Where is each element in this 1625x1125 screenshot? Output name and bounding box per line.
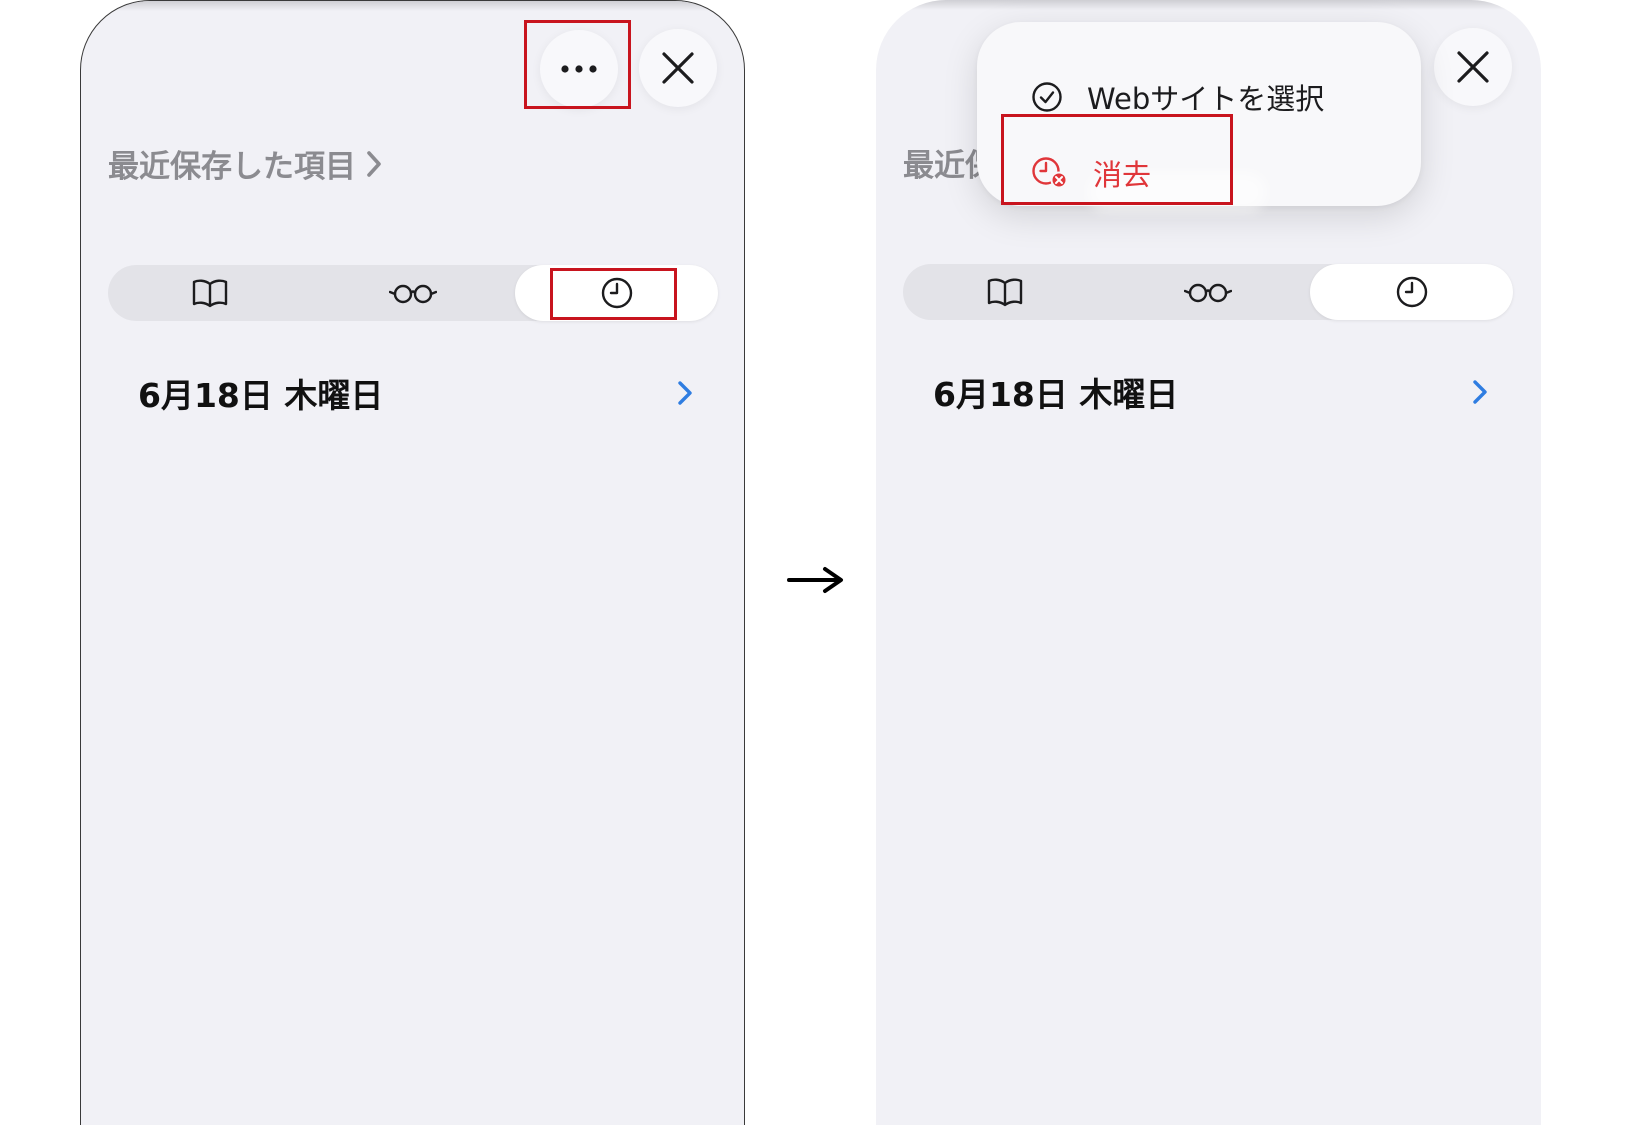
close-button[interactable] <box>1434 28 1512 106</box>
tab-reading-list[interactable] <box>311 265 514 321</box>
ellipsis-icon <box>561 65 597 73</box>
history-date-row[interactable]: 6月18日 木曜日 <box>108 363 693 423</box>
recently-saved-title: 最近保存した項目 <box>108 149 356 185</box>
close-button[interactable] <box>639 29 717 107</box>
select-websites-menu-item[interactable]: Webサイトを選択 <box>1031 76 1324 118</box>
chevron-right-icon <box>678 381 692 405</box>
clock-xmark-icon <box>1032 157 1068 189</box>
tab-history[interactable] <box>1310 264 1513 320</box>
select-websites-label: Webサイトを選択 <box>1087 82 1325 116</box>
tab-reading-list[interactable] <box>1106 264 1309 320</box>
tab-bookmarks[interactable] <box>903 264 1106 320</box>
clear-label: 消去 <box>1093 158 1152 192</box>
open-book-icon <box>192 279 227 308</box>
chevron-right-icon <box>367 150 381 177</box>
date-label: 6月18日 木曜日 <box>933 375 1179 414</box>
library-segmented-control <box>903 264 1513 320</box>
checkmark-circle-icon <box>1032 82 1062 112</box>
history-sheet-after: 最近保 6月18日 木曜日 Webサイトを選択 消去 <box>876 0 1541 1125</box>
more-options-menu: Webサイトを選択 消去 <box>977 22 1421 212</box>
xmark-icon <box>662 52 694 84</box>
history-sheet-before: 最近保存した項目 6月18日 木曜日 <box>80 0 745 1125</box>
xmark-icon <box>1457 51 1489 83</box>
clock-icon <box>1396 276 1427 308</box>
chevron-right-icon <box>1473 380 1487 404</box>
library-segmented-control <box>108 265 718 321</box>
clock-icon <box>601 277 632 309</box>
eyeglasses-icon <box>1183 283 1232 303</box>
date-label: 6月18日 木曜日 <box>138 376 384 415</box>
open-book-icon <box>987 278 1022 307</box>
more-button[interactable] <box>540 30 618 108</box>
transition-arrow <box>787 565 845 599</box>
tab-history[interactable] <box>515 265 718 321</box>
tab-bookmarks[interactable] <box>108 265 311 321</box>
clear-menu-item[interactable]: 消去 <box>1031 152 1151 194</box>
eyeglasses-icon <box>388 284 437 304</box>
recently-saved-link[interactable]: 最近保存した項目 <box>108 141 382 186</box>
history-date-row[interactable]: 6月18日 木曜日 <box>903 362 1488 422</box>
